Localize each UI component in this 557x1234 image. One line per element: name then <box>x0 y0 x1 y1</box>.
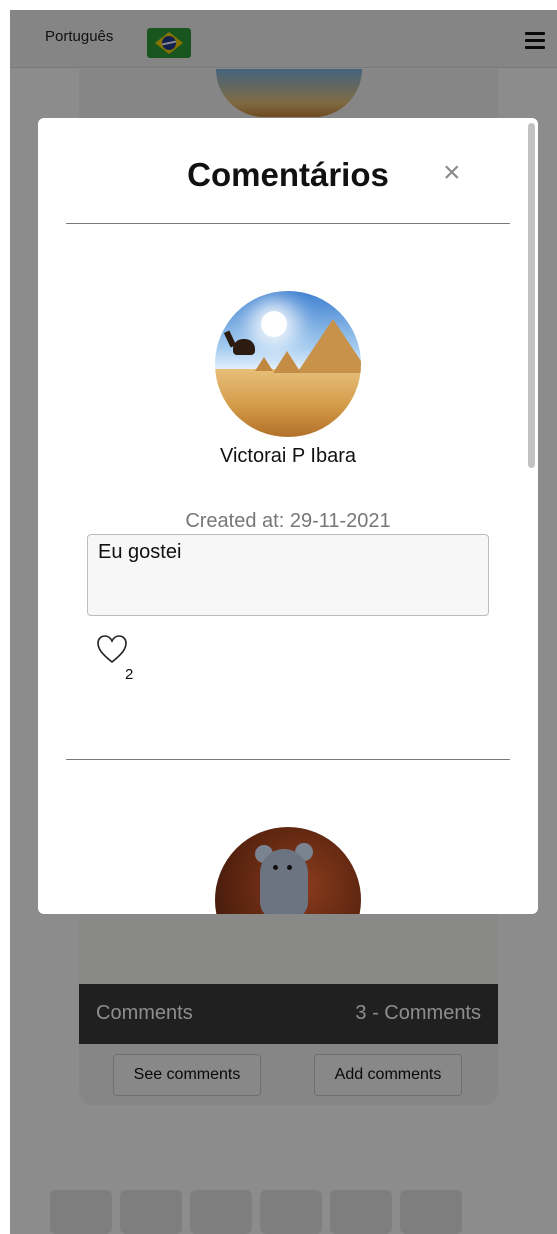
divider <box>66 223 510 224</box>
avatar-figure <box>260 849 308 914</box>
avatar-pyramid <box>273 351 301 373</box>
avatar-sand <box>215 369 361 437</box>
avatar <box>215 827 361 914</box>
comment-text: Eu gostei <box>87 534 489 616</box>
comment-created-at: Created at: 29-11-2021 <box>185 510 391 532</box>
close-icon[interactable]: × <box>443 158 461 188</box>
avatar-pyramid <box>255 357 273 371</box>
heart-outline-icon[interactable] <box>96 634 128 666</box>
avatar-figure-eye <box>273 865 278 870</box>
divider <box>66 759 510 760</box>
comment-author: Victorai P Ibara <box>219 445 356 467</box>
avatar-camel <box>233 339 255 355</box>
comments-modal: Comentários × Victorai P Ibara Created a… <box>38 118 538 914</box>
modal-title: Comentários <box>187 156 389 193</box>
avatar-sun <box>261 311 287 337</box>
like-count: 2 <box>125 666 134 683</box>
modal-scrollbar[interactable] <box>528 123 535 468</box>
avatar-figure-eye <box>287 865 292 870</box>
avatar <box>215 291 361 437</box>
avatar-pyramid <box>297 319 361 373</box>
